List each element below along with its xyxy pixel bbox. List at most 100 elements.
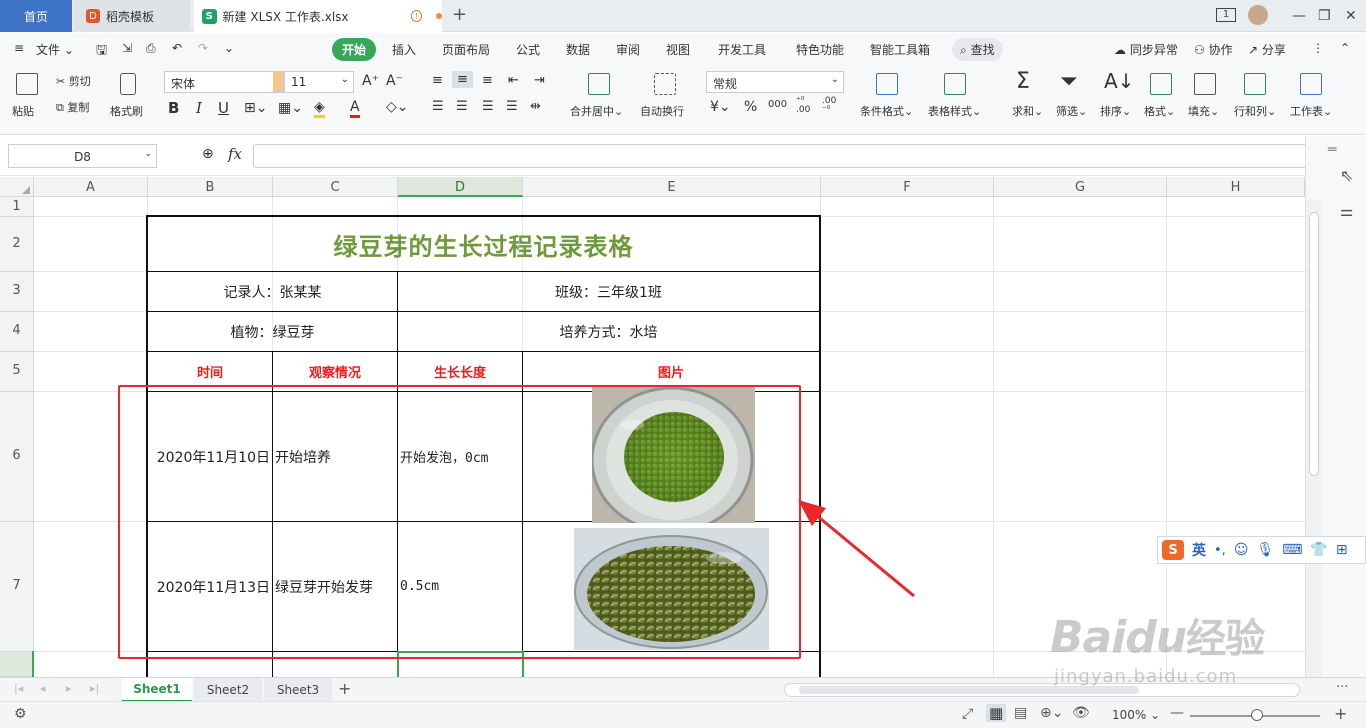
- sheet-tab-2[interactable]: Sheet2: [194, 678, 262, 702]
- increase-decimal-icon[interactable]: ⁺⁰ .00: [796, 97, 810, 115]
- export-icon[interactable]: ⇲: [122, 41, 132, 55]
- minimize-icon[interactable]: —: [1292, 8, 1306, 24]
- print-preview-icon[interactable]: ⎙: [146, 41, 156, 56]
- cell-style-icon[interactable]: ▦⌄: [278, 100, 303, 116]
- warning-icon[interactable]: !: [410, 10, 423, 22]
- ime-voice-icon[interactable]: 🎙: [1256, 542, 1274, 558]
- column-header-b[interactable]: B: [148, 177, 273, 197]
- menu-tab-page-layout[interactable]: 页面布局: [442, 41, 490, 58]
- settings-slider-icon[interactable]: ⚌: [1340, 202, 1353, 220]
- pointer-icon[interactable]: ⇖: [1340, 166, 1353, 185]
- quick-access-dropdown-icon[interactable]: ⌄: [224, 41, 234, 55]
- clear-format-icon[interactable]: ◇⌄: [386, 99, 409, 115]
- ime-toolbar[interactable]: S 英 •, ☺ 🎙 ⌨ 👕 ⊞: [1157, 536, 1366, 564]
- sum-button[interactable]: 求和⌄: [1012, 103, 1043, 119]
- column-header-h[interactable]: H: [1167, 177, 1305, 197]
- underline-icon[interactable]: U: [218, 99, 229, 117]
- macro-record-icon[interactable]: ⚙: [14, 706, 27, 722]
- column-header-g[interactable]: G: [994, 177, 1167, 197]
- window-switch-icon[interactable]: 1: [1216, 8, 1236, 22]
- font-size-select[interactable]: 11 ⌄: [284, 71, 354, 93]
- zoom-out-icon[interactable]: —: [1170, 705, 1184, 721]
- sheet-more-icon[interactable]: ···: [1336, 680, 1348, 695]
- sort-button[interactable]: 排序⌄: [1100, 103, 1131, 119]
- increase-font-icon[interactable]: A⁺: [362, 73, 379, 89]
- select-all-corner[interactable]: [0, 177, 34, 197]
- ime-keyboard-icon[interactable]: ⌨: [1282, 542, 1302, 558]
- row-header-1[interactable]: 1: [0, 197, 34, 217]
- zoom-slider-handle[interactable]: [1251, 709, 1263, 721]
- collapse-ribbon-icon[interactable]: ⌃: [1340, 41, 1350, 55]
- format-painter-button[interactable]: 格式刷: [110, 103, 143, 119]
- menu-file[interactable]: 文件 ⌄: [36, 41, 74, 58]
- font-name-select[interactable]: 宋体: [164, 71, 284, 93]
- menu-tab-formula[interactable]: 公式: [516, 41, 540, 58]
- collab-button[interactable]: ⚇ 协作: [1194, 41, 1233, 58]
- bold-icon[interactable]: B: [168, 99, 179, 117]
- close-icon[interactable]: ✕: [1345, 8, 1357, 24]
- ime-emoji-icon[interactable]: ☺: [1234, 542, 1249, 558]
- cell-plant[interactable]: 植物：绿豆芽: [148, 312, 397, 351]
- decrease-font-icon[interactable]: A⁻: [386, 73, 403, 89]
- align-middle-icon[interactable]: ≡: [452, 71, 473, 88]
- decrease-decimal-icon[interactable]: .00 ⁻⁰: [822, 97, 836, 115]
- tab-template[interactable]: D 稻壳模板: [74, 0, 190, 32]
- column-header-e[interactable]: E: [523, 177, 821, 197]
- filter-icon[interactable]: ⏷: [1060, 69, 1078, 94]
- conditional-format-icon[interactable]: [876, 73, 898, 95]
- fill-button[interactable]: 填充⌄: [1188, 103, 1219, 119]
- save-icon[interactable]: 🖫: [96, 41, 107, 63]
- row-header-2[interactable]: 2: [0, 217, 34, 272]
- fill-color-icon[interactable]: ◈: [314, 99, 325, 118]
- percent-icon[interactable]: %: [744, 99, 757, 115]
- zoom-level[interactable]: 100% ⌄: [1112, 708, 1160, 722]
- merge-center-icon[interactable]: [588, 73, 610, 95]
- paste-button[interactable]: 粘贴: [12, 103, 34, 119]
- normal-view-icon[interactable]: ▦: [986, 704, 1007, 722]
- number-format-select[interactable]: 常规 ⌄: [706, 71, 844, 93]
- align-right-icon[interactable]: ☰: [482, 99, 494, 114]
- paste-icon[interactable]: [16, 73, 38, 95]
- more-icon[interactable]: ⋮: [1312, 41, 1324, 55]
- undo-icon[interactable]: ↶: [172, 41, 182, 55]
- border-icon[interactable]: ⊞⌄: [244, 100, 267, 116]
- menu-tab-start[interactable]: 开始: [332, 38, 377, 61]
- row-header-4[interactable]: 4: [0, 312, 34, 352]
- fullscreen-icon[interactable]: ⤢: [962, 706, 973, 722]
- column-header-c[interactable]: C: [273, 177, 398, 197]
- ime-language-toggle[interactable]: 英: [1192, 540, 1206, 560]
- spreadsheet-grid[interactable]: A B C D E F G H 1 2 3 4 5 6 7 绿豆芽的生长过程记录…: [0, 177, 1305, 677]
- row-header-3[interactable]: 3: [0, 272, 34, 312]
- italic-icon[interactable]: I: [196, 99, 202, 117]
- row-header-8[interactable]: [0, 652, 34, 677]
- hamburger-icon[interactable]: ≡: [14, 41, 24, 55]
- vertical-scroll-thumb[interactable]: [1309, 212, 1319, 476]
- align-left-icon[interactable]: ☰: [432, 99, 444, 114]
- horizontal-scroll-thumb[interactable]: [799, 686, 1139, 694]
- menu-tab-view[interactable]: 视图: [666, 41, 690, 58]
- font-color-icon[interactable]: A: [350, 99, 360, 118]
- table-style-button[interactable]: 表格样式⌄: [928, 103, 981, 119]
- indent-decrease-icon[interactable]: ⇤: [508, 73, 519, 88]
- menu-tab-smart-tools[interactable]: 智能工具箱: [870, 41, 930, 58]
- ime-skin-icon[interactable]: 👕: [1310, 542, 1327, 558]
- merge-center-button[interactable]: 合并居中⌄: [570, 103, 623, 119]
- menu-tab-insert[interactable]: 插入: [392, 41, 416, 58]
- share-button[interactable]: ↗ 分享: [1248, 41, 1286, 58]
- distributed-icon[interactable]: ⇹: [530, 99, 541, 114]
- page-break-view-icon[interactable]: ⊕⌄: [1040, 705, 1063, 721]
- next-sheet-icon[interactable]: ▸: [66, 682, 72, 695]
- sheet-tab-1[interactable]: Sheet1: [122, 678, 192, 702]
- format-icon[interactable]: [1150, 73, 1172, 95]
- filter-button[interactable]: 筛选⌄: [1056, 103, 1087, 119]
- worksheet-button[interactable]: 工作表⌄: [1290, 103, 1332, 119]
- menu-tab-developer[interactable]: 开发工具: [718, 41, 766, 58]
- page-layout-view-icon[interactable]: ▤: [1014, 705, 1027, 721]
- align-center-icon[interactable]: ☰: [456, 99, 468, 114]
- redo-icon[interactable]: ↷: [198, 41, 208, 55]
- zoom-in-icon[interactable]: +: [1334, 704, 1347, 723]
- menu-tab-features[interactable]: 特色功能: [796, 41, 844, 58]
- sync-button[interactable]: ☁ 同步异常: [1114, 41, 1178, 58]
- align-bottom-icon[interactable]: ≡: [482, 73, 493, 88]
- avatar[interactable]: [1248, 5, 1268, 25]
